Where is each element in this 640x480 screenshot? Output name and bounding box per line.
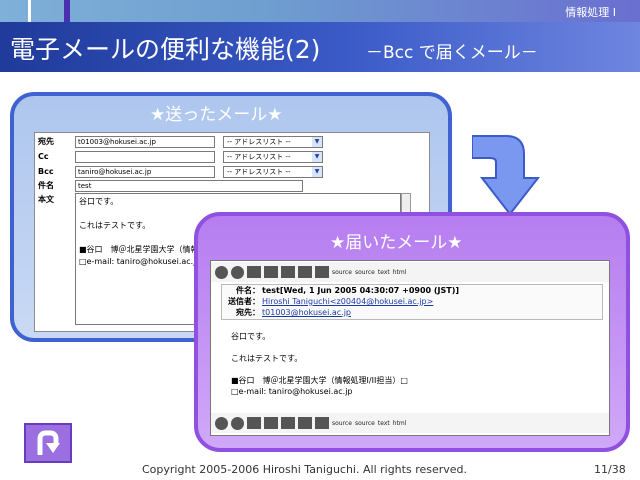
print-icon[interactable] [315,266,329,278]
subject-label: 件名 [38,181,54,190]
subject-header-value: test[Wed, 1 Jun 2005 04:30:07 +0900 (JST… [262,286,460,295]
back-arrow-icon[interactable] [215,416,228,430]
sent-mail-heading: ★送ったメール★ [150,105,283,125]
mail-toolbar-bottom: source source text html [211,413,609,433]
back-arrow-icon[interactable] [215,265,228,279]
reply-icon[interactable] [247,417,261,429]
back-button[interactable] [24,423,72,463]
source-button[interactable]: source [332,269,352,276]
mail-toolbar-top: source source text html [211,262,609,282]
subject-field[interactable]: test [75,180,303,192]
to-field[interactable]: t01003@hokusei.ac.jp [75,136,215,148]
curved-down-arrow-icon [472,135,541,216]
slide-subtitle: －Bcc で届くメール－ [366,43,538,63]
subject-header: 件名： test[Wed, 1 Jun 2005 04:30:07 +0900 (… [224,285,459,296]
received-mail-heading: ★届いたメール★ [330,233,463,253]
from-link[interactable]: Hiroshi Taniguchi<z00404@hokusei.ac.jp> [262,297,433,306]
page-number: 11/38 [594,463,626,476]
source-button[interactable]: source [355,269,375,276]
mail-body-line: □e-mail: taniro@hokusei.ac.jp [231,387,353,396]
forward-mail-icon[interactable] [281,266,295,278]
bcc-select-label: -- アドレスリスト -- [227,168,291,176]
to-select-label: -- アドレスリスト -- [227,138,291,146]
forward-mail-icon[interactable] [281,417,295,429]
slide-title: 電子メールの便利な機能(2) [10,35,321,64]
chevron-down-icon: ▼ [312,137,322,147]
from-header: 送信者： Hiroshi Taniguchi<z00404@hokusei.ac.… [224,296,433,307]
reply-icon[interactable] [247,266,261,278]
to-address-list-select[interactable]: -- アドレスリスト -- ▼ [223,136,323,148]
body-line: 谷口です。 [79,197,119,206]
mail-body-line: 谷口です。 [231,332,271,341]
mail-body-line [231,342,408,353]
source-button[interactable]: source [332,420,352,427]
cc-select-label: -- アドレスリスト -- [227,153,291,161]
delete-icon[interactable] [298,266,312,278]
bcc-address-list-select[interactable]: -- アドレスリスト -- ▼ [223,166,323,178]
mail-body-line: ■谷口 博＠北星学園大学（情報処理I/II担当）□ [231,376,408,385]
to-link[interactable]: t01003@hokusei.ac.jp [262,308,351,317]
chevron-down-icon: ▼ [312,167,322,177]
top-strip [0,0,640,22]
u-turn-arrow-icon [37,430,60,455]
course-label: 情報処理 I [565,6,616,19]
bcc-row: Bcc taniro@hokusei.ac.jp -- アドレスリスト -- ▼ [35,165,429,180]
from-header-label: 送信者： [228,297,260,306]
text-button[interactable]: text [378,420,390,427]
cc-label: Cc [38,152,49,161]
cc-row: Cc -- アドレスリスト -- ▼ [35,150,429,165]
subject-header-label: 件名： [236,286,260,295]
to-label: 宛先 [38,137,54,146]
print-icon[interactable] [315,417,329,429]
bcc-label: Bcc [38,167,54,176]
mail-body-line [231,364,408,375]
to-header: 宛先： t01003@hokusei.ac.jp [224,307,351,318]
cc-address-list-select[interactable]: -- アドレスリスト -- ▼ [223,151,323,163]
source-button[interactable]: source [355,420,375,427]
chevron-down-icon: ▼ [312,152,322,162]
forward-arrow-icon[interactable] [231,265,244,279]
html-button[interactable]: html [393,420,407,427]
to-row: 宛先 t01003@hokusei.ac.jp -- アドレスリスト -- ▼ [35,135,429,150]
copyright-text: Copyright 2005-2006 Hiroshi Taniguchi. A… [142,463,468,476]
delete-icon[interactable] [298,417,312,429]
subject-row: 件名 test [35,179,429,194]
forward-arrow-icon[interactable] [231,416,244,430]
mail-header: 件名： test[Wed, 1 Jun 2005 04:30:07 +0900 (… [221,284,603,320]
text-button[interactable]: text [378,269,390,276]
html-button[interactable]: html [393,269,407,276]
reply-all-icon[interactable] [264,266,278,278]
body-label: 本文 [38,195,54,204]
to-header-label: 宛先： [236,308,260,317]
reply-all-icon[interactable] [264,417,278,429]
mail-body: 谷口です。 これはテストです。 ■谷口 博＠北星学園大学（情報処理I/II担当）… [231,331,408,397]
mail-body-line: これはテストです。 [231,354,303,363]
cc-field[interactable] [75,151,215,163]
bcc-field[interactable]: taniro@hokusei.ac.jp [75,166,215,178]
mail-viewer: source source text html 件名： test[Wed, 1 J… [210,260,610,436]
